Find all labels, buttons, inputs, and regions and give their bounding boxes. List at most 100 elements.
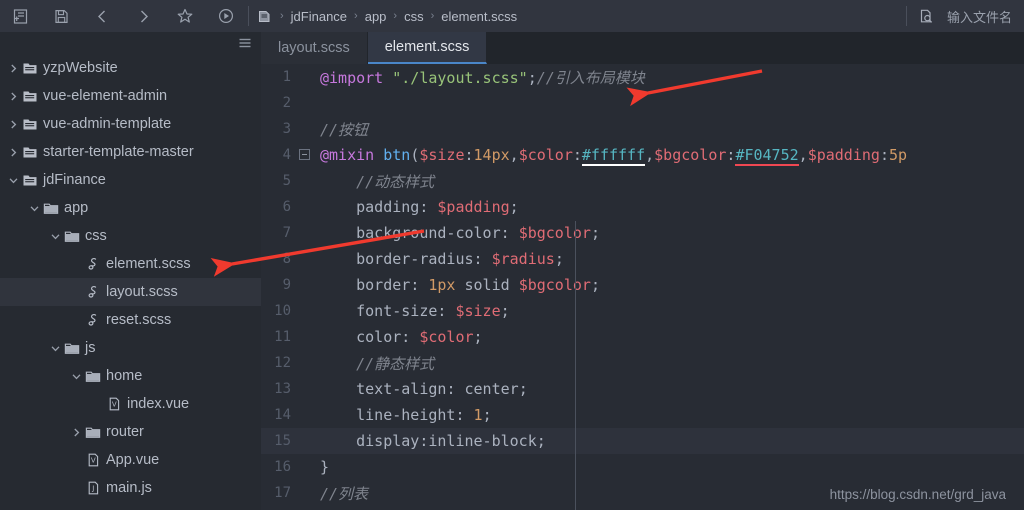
breadcrumb-separator: › xyxy=(430,10,435,22)
code-line[interactable]: 10 font-size: $size; xyxy=(261,298,1024,324)
code-token: ; xyxy=(518,380,528,398)
tree-item-app[interactable]: app xyxy=(0,194,261,222)
code-line[interactable]: 1 @import "./layout.scss";//引入布局模块 xyxy=(261,64,1024,90)
breadcrumb-item-3[interactable]: element.scss xyxy=(439,9,519,24)
tree-item-yzpwebsite[interactable]: yzpWebsite xyxy=(0,54,261,82)
tree-item-router[interactable]: router xyxy=(0,418,261,446)
search-file-icon[interactable] xyxy=(909,0,945,32)
editor-tab-layout-scss[interactable]: layout.scss xyxy=(261,32,368,64)
chevron-down-icon[interactable] xyxy=(48,222,62,250)
tree-item-js[interactable]: js xyxy=(0,334,261,362)
breadcrumb-item-0[interactable]: jdFinance xyxy=(289,9,349,24)
vue-file-icon: V xyxy=(83,446,103,474)
breadcrumb-item-1[interactable]: app xyxy=(363,9,389,24)
breadcrumb-item-2[interactable]: css xyxy=(402,9,426,24)
tree-item-label: app xyxy=(64,200,89,216)
code-token: $size xyxy=(419,146,465,164)
tree-item-label: vue-admin-template xyxy=(43,116,172,132)
tree-item-layout-scss[interactable]: layout.scss xyxy=(0,278,261,306)
tree-item-css[interactable]: css xyxy=(0,222,261,250)
chevron-right-icon[interactable] xyxy=(6,110,20,138)
code-line[interactable]: 12 //静态样式 xyxy=(261,350,1024,376)
chevron-down-icon[interactable] xyxy=(48,334,62,362)
tree-item-vue-element-admin[interactable]: vue-element-admin xyxy=(0,82,261,110)
tree-item-jdfinance[interactable]: jdFinance xyxy=(0,166,261,194)
tree-item-main-js[interactable]: Jmain.js xyxy=(0,474,261,502)
watermark-text: https://blog.csdn.net/grd_java xyxy=(829,487,1006,502)
tree-item-element-scss[interactable]: element.scss xyxy=(0,250,261,278)
tree-item-vue-admin-template[interactable]: vue-admin-template xyxy=(0,110,261,138)
code-line[interactable]: 16} xyxy=(261,454,1024,480)
module-folder-icon xyxy=(20,166,40,194)
editor-tab-element-scss[interactable]: element.scss xyxy=(367,32,488,64)
code-area[interactable]: 1 @import "./layout.scss";//引入布局模块 2 3//按钮 4… xyxy=(261,64,1024,510)
chevron-down-icon[interactable] xyxy=(6,166,20,194)
code-line[interactable]: 13 text-align: center; xyxy=(261,376,1024,402)
tree-item-home[interactable]: home xyxy=(0,362,261,390)
chevron-down-icon[interactable] xyxy=(27,194,41,222)
code-line[interactable]: 7 background-color: $bgcolor; xyxy=(261,220,1024,246)
code-token: line-height xyxy=(356,406,456,424)
line-number: 4 xyxy=(282,147,291,163)
code-line[interactable]: 3 //按钮 xyxy=(261,116,1024,142)
run-icon[interactable] xyxy=(205,0,246,32)
code-token: #F04752 xyxy=(735,146,799,166)
code-token: ; xyxy=(527,68,537,87)
line-number: 6 xyxy=(282,199,291,215)
breadcrumb-separator: › xyxy=(393,10,398,22)
tree-item-label: layout.scss xyxy=(106,284,178,300)
line-number: 11 xyxy=(274,329,291,345)
search-file-label[interactable]: 输入文件名 xyxy=(945,7,1024,26)
code-lines: 1 @import "./layout.scss";//引入布局模块 2 3//按钮 4… xyxy=(261,64,1024,506)
code-fold-gutter xyxy=(297,350,314,376)
code-line-text: color: $color; xyxy=(314,328,482,346)
code-line[interactable]: 5 //动态样式 xyxy=(261,168,1024,194)
line-number: 3 xyxy=(282,121,291,137)
code-fold-gutter xyxy=(297,480,314,506)
tree-item-index-vue[interactable]: Vindex.vue xyxy=(0,390,261,418)
code-token: : xyxy=(464,146,474,164)
chevron-right-icon[interactable] xyxy=(6,138,20,166)
code-line-text: //动态样式 xyxy=(314,171,434,192)
code-line[interactable]: 8 border-radius: $radius; xyxy=(261,246,1024,272)
tree-item-reset-scss[interactable]: reset.scss xyxy=(0,306,261,334)
code-line-text: background-color: $bgcolor; xyxy=(314,224,600,242)
tree-item-starter-template-master[interactable]: starter-template-master xyxy=(0,138,261,166)
tree-item-app-vue[interactable]: V App.vue xyxy=(0,446,261,474)
code-token: background-color xyxy=(356,224,501,242)
code-line[interactable]: 9 border: 1px solid $bgcolor; xyxy=(261,272,1024,298)
code-line[interactable]: 2 xyxy=(261,90,1024,116)
bookmark-star-icon[interactable] xyxy=(164,0,205,32)
code-token: : xyxy=(419,198,438,216)
chevron-down-icon[interactable] xyxy=(69,362,83,390)
chevron-right-icon[interactable] xyxy=(69,418,83,446)
code-line[interactable]: 14 line-height: 1; xyxy=(261,402,1024,428)
code-token: ; xyxy=(536,432,546,450)
code-line[interactable]: 4 @mixin btn($size:14px,$color:#ffffff,$b… xyxy=(261,142,1024,168)
chevron-right-icon[interactable] xyxy=(6,82,20,110)
code-line[interactable]: 15 display:inline-block; xyxy=(261,428,1024,454)
collapse-icon[interactable] xyxy=(299,149,310,160)
chevron-right-icon[interactable] xyxy=(6,54,20,82)
line-number: 7 xyxy=(282,225,291,241)
code-fold-toggle[interactable] xyxy=(297,142,314,168)
project-structure-icon[interactable] xyxy=(0,0,41,32)
code-line[interactable]: 6 padding: $padding; xyxy=(261,194,1024,220)
back-icon[interactable] xyxy=(82,0,123,32)
forward-icon[interactable] xyxy=(123,0,164,32)
code-fold-gutter xyxy=(297,272,314,298)
code-line[interactable]: 11 color: $color; xyxy=(261,324,1024,350)
save-all-icon[interactable] xyxy=(41,0,82,32)
code-token: $size xyxy=(455,302,501,320)
tree-item-label: vue-element-admin xyxy=(43,88,168,104)
tree-item-label: js xyxy=(85,340,96,356)
code-line-text: border: 1px solid $bgcolor; xyxy=(314,276,600,294)
code-fold-guide xyxy=(575,221,576,510)
sidebar-options-icon[interactable] xyxy=(238,36,252,54)
code-token: , xyxy=(645,146,655,164)
